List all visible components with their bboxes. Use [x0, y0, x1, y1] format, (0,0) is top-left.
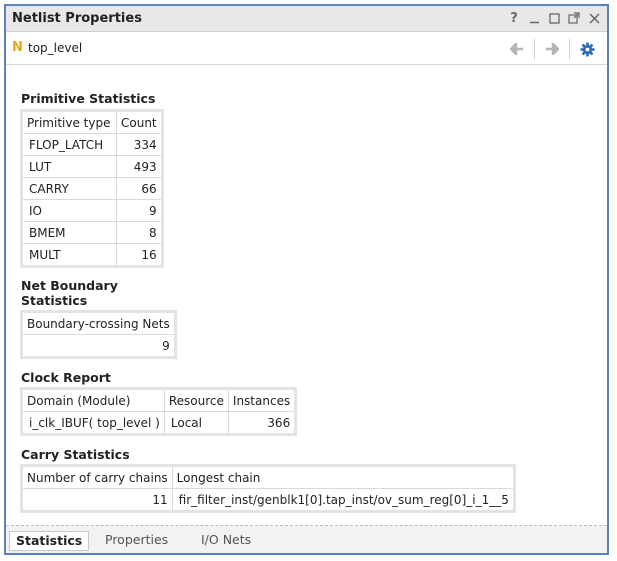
column-header: Domain (Module): [21, 388, 165, 412]
table-row: BMEM 8: [21, 221, 163, 244]
back-button[interactable]: [505, 40, 529, 58]
net-boundary-statistics-title: Net Boundary Statistics: [21, 278, 118, 308]
table-row: CARRY 66: [21, 177, 163, 200]
primitive-type-cell: FLOP_LATCH: [21, 133, 117, 156]
boundary-crossing-nets-cell: 9: [21, 334, 176, 358]
tab-statistics[interactable]: Statistics: [9, 531, 90, 551]
primitive-type-cell: CARRY: [21, 177, 117, 200]
window-controls: ?: [507, 10, 601, 26]
minimize-icon: [529, 21, 539, 23]
column-header: Instances: [227, 388, 297, 412]
bottom-tab-bar: Statistics Properties I/O Nets: [6, 526, 607, 553]
column-header: Number of carry chains: [21, 465, 173, 489]
primitive-statistics-title: Primitive Statistics: [21, 91, 156, 106]
clock-report-table: Domain (Module) Resource Instances i_clk…: [20, 387, 298, 436]
table-header-row: Domain (Module) Resource Instances: [21, 388, 297, 412]
column-header: Boundary-crossing Nets: [21, 311, 176, 335]
table-row: 9: [21, 334, 176, 358]
nav-controls: [505, 39, 599, 59]
toolbar: N top_level: [6, 32, 607, 65]
table-row: IO 9: [21, 199, 163, 222]
count-cell: 16: [116, 243, 163, 267]
tab-io-nets[interactable]: I/O Nets: [195, 531, 257, 549]
column-header: Count: [116, 110, 163, 134]
carry-statistics-table: Number of carry chains Longest chain 11 …: [20, 464, 516, 513]
column-header: Primitive type: [21, 110, 117, 134]
table-header-row: Boundary-crossing Nets: [21, 311, 176, 335]
tab-properties[interactable]: Properties: [99, 531, 174, 549]
table-header-row: Number of carry chains Longest chain: [21, 465, 515, 489]
net-boundary-table: Boundary-crossing Nets 9: [20, 310, 177, 359]
maximize-button[interactable]: [547, 10, 561, 26]
close-button[interactable]: [587, 10, 601, 26]
netlist-properties-window: Netlist Properties ? N top_level Primiti…: [4, 4, 609, 555]
column-header: Resource: [163, 388, 229, 412]
primitive-type-cell: IO: [21, 199, 117, 222]
resource-cell: Local: [163, 411, 229, 435]
count-cell: 66: [116, 177, 163, 200]
clock-report-title: Clock Report: [21, 370, 111, 385]
count-cell: 493: [116, 155, 163, 178]
title-bar: Netlist Properties ?: [6, 6, 607, 32]
carry-chains-cell: 11: [21, 488, 173, 512]
float-icon: [568, 12, 580, 24]
nav-separator: [534, 39, 535, 59]
primitive-type-cell: LUT: [21, 155, 117, 178]
domain-cell: i_clk_IBUF( top_level ): [21, 411, 165, 435]
netlist-n-icon: N: [12, 40, 23, 55]
window-title: Netlist Properties: [12, 11, 142, 26]
arrow-right-icon: [546, 43, 559, 55]
table-row: LUT 493: [21, 155, 163, 178]
float-button[interactable]: [567, 10, 581, 26]
carry-statistics-title: Carry Statistics: [21, 447, 130, 462]
primitive-type-cell: BMEM: [21, 221, 117, 244]
net-boundary-title-line: Net Boundary: [21, 278, 118, 293]
table-row: 11 fir_filter_inst/genblk1[0].tap_inst/o…: [21, 488, 515, 512]
forward-button[interactable]: [540, 40, 564, 58]
table-header-row: Primitive type Count: [21, 110, 163, 134]
settings-button[interactable]: [575, 40, 599, 58]
statistics-content: Primitive Statistics Primitive type Coun…: [6, 65, 607, 525]
column-header: Longest chain: [171, 465, 515, 489]
table-row: MULT 16: [21, 243, 163, 267]
close-icon: [588, 12, 600, 24]
count-cell: 9: [116, 199, 163, 222]
help-icon: ?: [510, 10, 518, 26]
maximize-icon: [548, 12, 560, 24]
arrow-left-icon: [510, 43, 523, 55]
gear-icon: [579, 41, 595, 57]
primitive-statistics-table: Primitive type Count FLOP_LATCH 334 LUT …: [20, 109, 164, 268]
instances-cell: 366: [227, 411, 297, 435]
count-cell: 8: [116, 221, 163, 244]
nav-separator: [569, 39, 570, 59]
table-row: FLOP_LATCH 334: [21, 133, 163, 156]
help-button[interactable]: ?: [507, 10, 521, 26]
table-row: i_clk_IBUF( top_level ) Local 366: [21, 411, 297, 435]
count-cell: 334: [116, 133, 163, 156]
longest-chain-cell: fir_filter_inst/genblk1[0].tap_inst/ov_s…: [171, 488, 515, 512]
minimize-button[interactable]: [527, 10, 541, 26]
net-boundary-title-line: Statistics: [21, 293, 88, 308]
object-name: top_level: [28, 41, 83, 55]
primitive-type-cell: MULT: [21, 243, 117, 267]
